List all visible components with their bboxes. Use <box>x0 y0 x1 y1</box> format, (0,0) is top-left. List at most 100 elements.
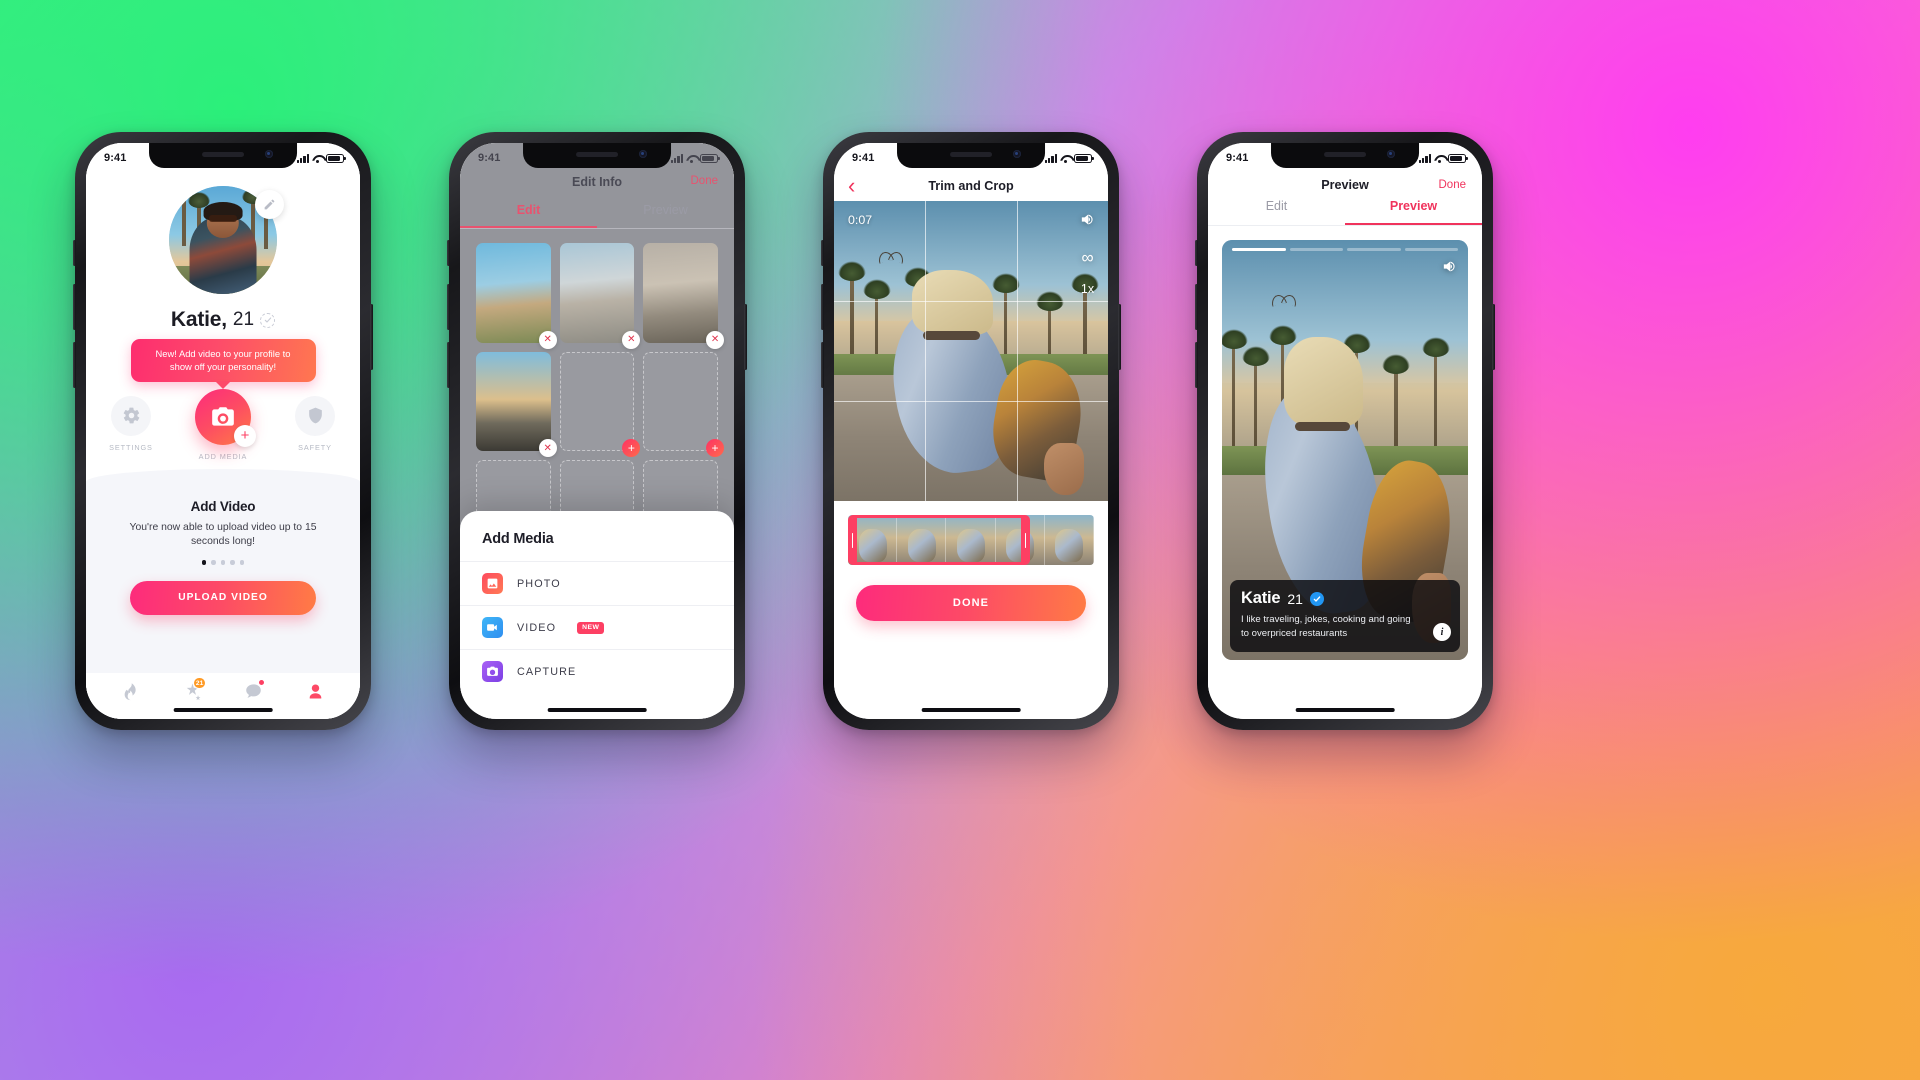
empty-slot <box>643 351 719 452</box>
safety-action[interactable]: SAFETY <box>282 395 348 452</box>
speaker-icon[interactable] <box>1079 211 1096 233</box>
mute-switch[interactable] <box>447 240 450 266</box>
preview-screen: Preview Done Edit Preview Katie 21 I lik… <box>1208 143 1482 719</box>
add-video-title: Add Video <box>190 498 256 514</box>
remove-icon[interactable]: ✕ <box>622 330 641 349</box>
add-media-action[interactable]: + ADD MEDIA <box>190 388 256 461</box>
battery-icon <box>700 153 720 163</box>
carousel-dots[interactable] <box>202 560 244 565</box>
profile-name-row: Katie, 21 <box>86 308 360 332</box>
trim-timeline[interactable] <box>834 501 1108 565</box>
mute-switch[interactable] <box>821 240 824 266</box>
video-preview[interactable]: 0:07 ∞ 1x <box>834 201 1108 501</box>
wifi-icon <box>686 154 697 163</box>
profile-name: Katie, <box>170 308 227 331</box>
chevron-left-icon[interactable]: ‹ <box>848 175 855 197</box>
camera-plus-icon: + <box>195 388 256 447</box>
cellular-signal-icon <box>670 153 683 163</box>
tab-chat[interactable] <box>241 678 267 704</box>
volume-up-button[interactable] <box>447 284 450 330</box>
status-time: 9:41 <box>852 152 875 164</box>
upload-video-button[interactable]: UPLOAD VIDEO <box>130 580 316 615</box>
done-button[interactable]: DONE <box>856 585 1086 621</box>
media-cell[interactable]: ✕ <box>476 243 557 349</box>
chat-badge <box>257 679 265 686</box>
remove-icon[interactable]: ✕ <box>538 439 557 458</box>
add-media-sheet: Add Media PHOTO VIDEO NEW CAPTURE <box>460 511 734 719</box>
add-icon[interactable]: + <box>706 439 725 458</box>
sheet-item-capture[interactable]: CAPTURE <box>460 649 734 693</box>
home-indicator[interactable] <box>173 708 273 712</box>
volume-up-button[interactable] <box>821 284 824 330</box>
mute-switch[interactable] <box>73 240 76 266</box>
mute-switch[interactable] <box>1195 240 1198 266</box>
story-progress-bar[interactable] <box>1232 248 1458 251</box>
video-timestamp: 0:07 <box>848 213 873 227</box>
power-button[interactable] <box>744 304 747 370</box>
profile-age: 21 <box>232 309 255 330</box>
wifi-icon <box>312 154 323 163</box>
avatar-container <box>169 186 284 294</box>
home-indicator[interactable] <box>1295 708 1395 712</box>
shield-icon <box>295 395 335 436</box>
cellular-signal-icon <box>1044 153 1057 163</box>
media-cell[interactable]: ✕ <box>476 351 557 458</box>
sheet-item-photo[interactable]: PHOTO <box>460 561 734 605</box>
sheet-item-video[interactable]: VIDEO NEW <box>460 605 734 649</box>
verified-dashed-icon[interactable] <box>260 312 276 328</box>
tab-flame[interactable] <box>118 678 144 704</box>
loop-infinity-icon[interactable]: ∞ <box>1081 249 1093 266</box>
home-indicator[interactable] <box>921 708 1021 712</box>
trim-crop-screen: ‹ Trim and Crop 0:07 ∞ 1x DONE <box>834 143 1108 719</box>
tab-star[interactable]: 21 <box>179 677 207 704</box>
tab-profile[interactable] <box>302 678 328 704</box>
pencil-icon[interactable] <box>255 190 284 219</box>
profile-screen: Katie, 21 New! Add video to your profile… <box>86 143 360 719</box>
tab-preview[interactable]: Preview <box>1345 199 1482 225</box>
front-camera <box>1013 150 1022 158</box>
playback-speed-button[interactable]: 1x <box>1081 282 1094 296</box>
settings-action[interactable]: SETTINGS <box>98 395 164 452</box>
volume-down-button[interactable] <box>821 342 824 388</box>
tab-edit[interactable]: Edit <box>460 203 597 228</box>
remove-icon[interactable]: ✕ <box>706 330 725 349</box>
media-thumbnail <box>559 243 635 343</box>
volume-up-button[interactable] <box>73 284 76 330</box>
remove-icon[interactable]: ✕ <box>538 330 557 349</box>
bottom-tab-bar: 21 <box>86 673 360 719</box>
profile-name: Katie <box>1241 589 1281 608</box>
photo-label: PHOTO <box>517 577 561 590</box>
media-cell[interactable]: ✕ <box>559 243 641 349</box>
battery-icon <box>1448 153 1468 163</box>
power-button[interactable] <box>370 304 373 370</box>
home-indicator[interactable] <box>547 708 647 712</box>
volume-down-button[interactable] <box>73 342 76 388</box>
filmstrip-frame <box>995 515 1045 565</box>
volume-down-button[interactable] <box>1195 342 1198 388</box>
earpiece-speaker <box>950 152 992 157</box>
profile-preview-card[interactable]: Katie 21 I like traveling, jokes, cookin… <box>1222 240 1468 660</box>
status-time: 9:41 <box>1226 152 1249 164</box>
empty-slot <box>559 351 635 452</box>
profile-age: 21 <box>1287 590 1303 607</box>
done-button[interactable]: Done <box>1439 179 1467 191</box>
filmstrip[interactable] <box>848 515 1094 565</box>
tab-preview[interactable]: Preview <box>597 203 734 228</box>
video-controls: ∞ 1x <box>1079 211 1096 296</box>
volume-down-button[interactable] <box>447 342 450 388</box>
status-time: 9:41 <box>478 152 501 164</box>
media-cell-empty[interactable]: + <box>559 351 641 458</box>
done-button[interactable]: Done <box>691 175 719 187</box>
media-cell-empty[interactable]: + <box>643 351 725 458</box>
tab-edit[interactable]: Edit <box>1208 199 1345 225</box>
earpiece-speaker <box>576 152 618 157</box>
power-button[interactable] <box>1492 304 1495 370</box>
info-icon[interactable]: i <box>1433 623 1451 641</box>
speaker-icon[interactable] <box>1441 258 1458 280</box>
earpiece-speaker <box>1324 152 1366 157</box>
media-cell[interactable]: ✕ <box>643 243 725 349</box>
volume-up-button[interactable] <box>1195 284 1198 330</box>
power-button[interactable] <box>1118 304 1121 370</box>
add-icon[interactable]: + <box>622 439 641 458</box>
poster-stage: 9:41 Katie, 21 New! Add video to your pr… <box>0 0 1920 1080</box>
